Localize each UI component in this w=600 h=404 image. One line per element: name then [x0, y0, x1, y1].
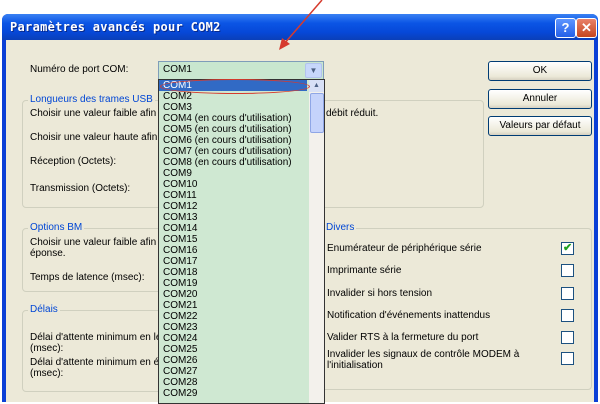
dropdown-option[interactable]: COM27 [159, 366, 307, 377]
dropdown-option[interactable]: COM7 (en cours d'utilisation) [159, 146, 307, 157]
annotation-oval [160, 79, 310, 94]
close-icon: ✕ [581, 20, 592, 35]
delays-group-title: Délais [28, 304, 60, 315]
port-label: Numéro de port COM: [30, 64, 129, 75]
misc-option-label: Notification d'événements inattendus [327, 310, 491, 321]
dropdown-option[interactable]: COM26 [159, 355, 307, 366]
dropdown-option[interactable]: COM3 [159, 102, 307, 113]
dropdown-option[interactable]: COM16 [159, 245, 307, 256]
delay-min1-label: Délai d'attente minimum en le [30, 332, 162, 343]
reception-label: Réception (Octets): [30, 156, 117, 167]
dropdown-option[interactable]: COM14 [159, 223, 307, 234]
scroll-up-icon[interactable]: ▲ [309, 80, 324, 92]
dropdown-option[interactable]: COM17 [159, 256, 307, 267]
dropdown-option[interactable]: COM20 [159, 289, 307, 300]
help-icon: ? [561, 20, 570, 35]
dropdown-option[interactable]: COM12 [159, 201, 307, 212]
usb-high-text: Choisir une valeur haute afin [30, 132, 158, 143]
power-off-checkbox[interactable] [561, 287, 574, 300]
dropdown-option[interactable]: COM8 (en cours d'utilisation) [159, 157, 307, 168]
window-title: Paramètres avancés pour COM2 [10, 20, 221, 34]
serial-printer-checkbox[interactable] [561, 264, 574, 277]
defaults-button[interactable]: Valeurs par défaut [488, 116, 592, 136]
misc-option-label: Invalider les signaux de contrôle MODEM … [327, 349, 520, 360]
rts-close-checkbox[interactable] [561, 331, 574, 344]
serial-enumerator-checkbox[interactable]: ✔ [561, 242, 574, 255]
usb-group-title: Longueurs des trames USB [28, 94, 155, 105]
misc-group-title: Divers [324, 222, 357, 233]
dropdown-option[interactable]: COM10 [159, 179, 307, 190]
delay-min2-label: Délai d'attente minimum en é [30, 357, 160, 368]
delay-min2-unit: (msec): [30, 368, 64, 379]
dropdown-scrollbar[interactable]: ▲ [309, 80, 324, 403]
dropdown-option[interactable]: COM4 (en cours d'utilisation) [159, 113, 307, 124]
com-port-dropdown[interactable]: COM1 COM2 COM3 COM4 (en cours d'utilisation… [158, 79, 325, 404]
dropdown-option[interactable]: COM21 [159, 300, 307, 311]
usb-low-text: Choisir une valeur faible afin [30, 108, 157, 119]
dropdown-option[interactable]: COM23 [159, 322, 307, 333]
misc-option-label: Imprimante série [327, 265, 402, 276]
close-button[interactable]: ✕ [576, 18, 597, 38]
com-port-select[interactable]: COM1 ▼ [158, 61, 324, 80]
dropdown-option[interactable]: COM6 (en cours d'utilisation) [159, 135, 307, 146]
modem-signals-checkbox[interactable] [561, 352, 574, 365]
bm-low-text: Choisir une valeur faible afin [30, 237, 157, 248]
title-bar[interactable]: Paramètres avancés pour COM2 ? ✕ [2, 14, 598, 40]
misc-option-label-2: l'initialisation [327, 360, 383, 371]
bm-low-text-2: éponse. [30, 248, 66, 259]
misc-option-label: Valider RTS à la fermeture du port [327, 332, 479, 343]
dropdown-option[interactable]: COM22 [159, 311, 307, 322]
delay-min1-unit: (msec): [30, 343, 64, 354]
dropdown-option[interactable]: COM11 [159, 190, 307, 201]
transmission-label: Transmission (Octets): [30, 183, 131, 194]
dropdown-option[interactable]: COM9 [159, 168, 307, 179]
chevron-down-icon[interactable]: ▼ [305, 63, 322, 78]
checkmark-icon: ✔ [563, 242, 573, 254]
dropdown-option[interactable]: COM18 [159, 267, 307, 278]
misc-option-label: Invalider si hors tension [327, 288, 433, 299]
dropdown-option[interactable]: COM24 [159, 333, 307, 344]
com-port-value: COM1 [163, 64, 192, 75]
misc-option-label: Enumérateur de périphérique série [327, 243, 482, 254]
dropdown-option[interactable]: COM13 [159, 212, 307, 223]
ok-button[interactable]: OK [488, 61, 592, 81]
usb-low-text-tail: débit réduit. [326, 108, 379, 119]
latency-label: Temps de latence (msec): [30, 272, 145, 283]
dropdown-option[interactable]: COM15 [159, 234, 307, 245]
dropdown-items: COM1 COM2 COM3 COM4 (en cours d'utilisation… [159, 80, 307, 399]
dropdown-option[interactable]: COM28 [159, 377, 307, 388]
event-notification-checkbox[interactable] [561, 309, 574, 322]
dropdown-option[interactable]: COM25 [159, 344, 307, 355]
cancel-button[interactable]: Annuler [488, 89, 592, 109]
dropdown-option[interactable]: COM29 [159, 388, 307, 399]
scroll-thumb[interactable] [310, 93, 324, 133]
dropdown-option[interactable]: COM5 (en cours d'utilisation) [159, 124, 307, 135]
help-button[interactable]: ? [555, 18, 576, 38]
dropdown-option[interactable]: COM19 [159, 278, 307, 289]
bm-group-title: Options BM [28, 222, 85, 233]
